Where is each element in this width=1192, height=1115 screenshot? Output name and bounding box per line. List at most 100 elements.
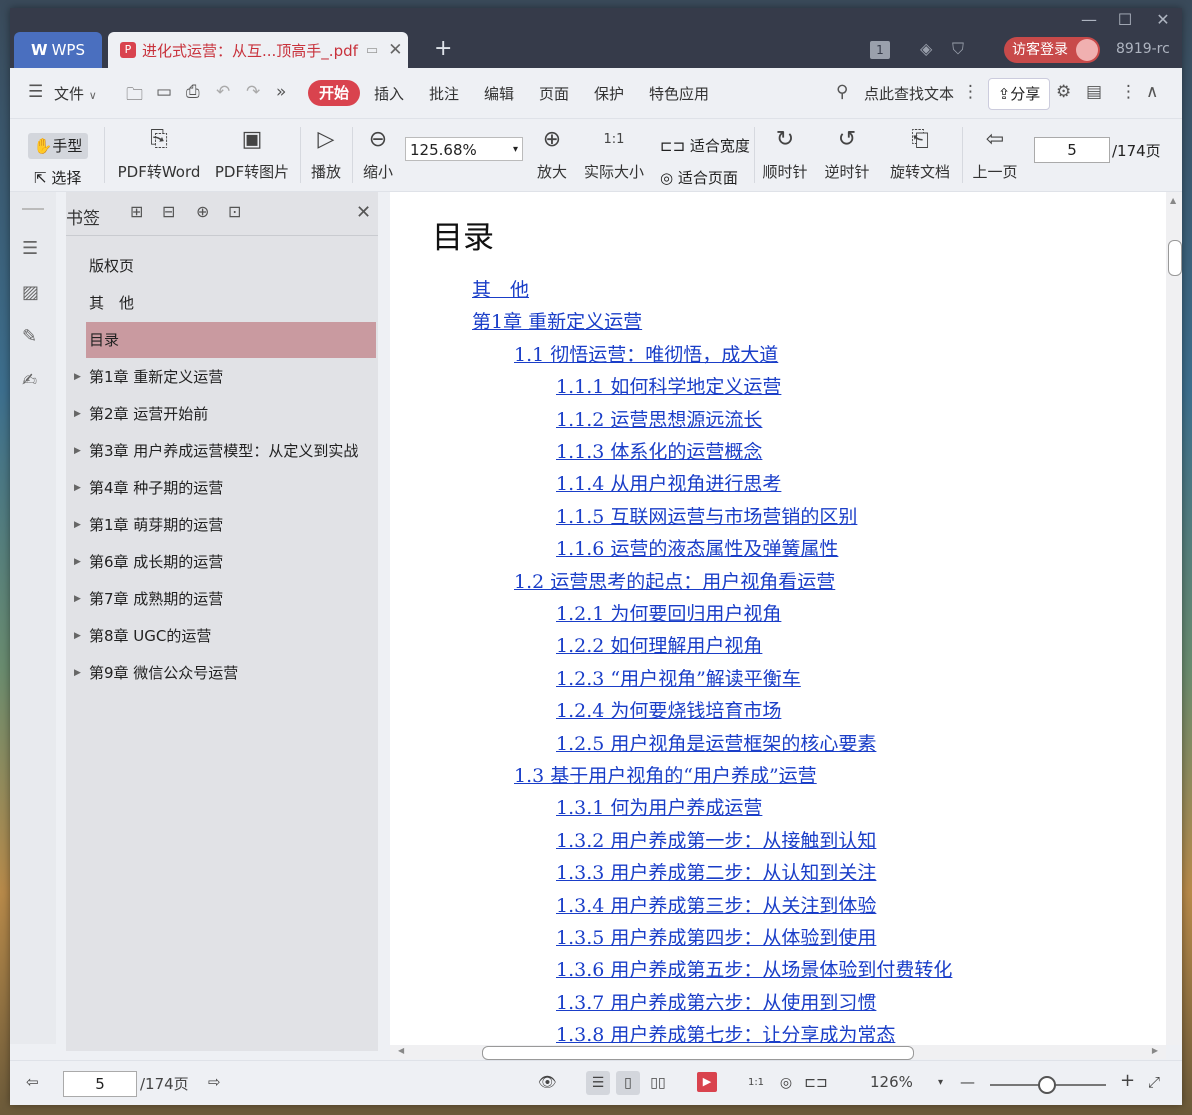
shirt-icon[interactable]: ⛉	[952, 39, 964, 59]
menu-edit[interactable]: 编辑	[484, 83, 514, 104]
tab-document[interactable]: P 进化式运营：从互...顶高手_.pdf ▭ ✕	[108, 32, 408, 68]
expand-arrow-icon[interactable]: ▶	[74, 655, 81, 691]
new-tab-icon[interactable]: +	[434, 36, 452, 61]
toc-link[interactable]: 1.2 运营思考的起点：用户视角看运营	[514, 567, 835, 594]
settings-icon[interactable]: ⚙	[1056, 82, 1071, 102]
menu-comment[interactable]: 批注	[429, 83, 459, 104]
toc-link[interactable]: 1.1.1 如何科学地定义运营	[556, 372, 781, 399]
collapse-all-icon[interactable]: ⊟	[162, 202, 175, 221]
toc-link[interactable]: 1.2.5 用户视角是运营框架的核心要素	[556, 729, 876, 756]
single-page-icon[interactable]: ▯	[616, 1071, 640, 1095]
expand-arrow-icon[interactable]: ▶	[74, 618, 81, 654]
bookmark-item[interactable]: ▶ 第1章 萌芽期的运营	[74, 507, 376, 543]
toc-link[interactable]: 1.3.6 用户养成第五步：从场景体验到付费转化	[556, 955, 952, 982]
more-icon[interactable]: »	[276, 82, 286, 102]
toc-link[interactable]: 1.3.1 何为用户养成运营	[556, 793, 762, 820]
zoom-plus-icon[interactable]: +	[1120, 1070, 1135, 1091]
expand-arrow-icon[interactable]: ▶	[74, 433, 81, 469]
expand-arrow-icon[interactable]: ▶	[74, 581, 81, 617]
scroll-left-icon[interactable]: ◀	[398, 1046, 404, 1055]
scroll-up-icon[interactable]: ▲	[1170, 196, 1176, 205]
toc-link[interactable]: 1.1.4 从用户视角进行思考	[556, 469, 781, 496]
rotate-counterclockwise-button[interactable]: ↺ 逆时针	[824, 125, 870, 182]
bookmark-item[interactable]: ▶ 第8章 UGC的运营	[74, 618, 376, 654]
chat-icon[interactable]: ▤	[1086, 82, 1102, 102]
status-next-page-icon[interactable]: ⇨	[208, 1073, 221, 1091]
fit-width-button[interactable]: ⊏⊐ 适合宽度	[660, 135, 750, 156]
search-icon[interactable]: ⚲	[836, 82, 848, 102]
print-icon[interactable]: ⎙	[186, 82, 200, 102]
toc-link[interactable]: 1.3.7 用户养成第六步：从使用到习惯	[556, 988, 876, 1015]
continuous-view-icon[interactable]: ☰	[586, 1071, 610, 1095]
eye-icon[interactable]: 👁	[538, 1073, 557, 1091]
toc-link[interactable]: 1.2.1 为何要回归用户视角	[556, 599, 781, 626]
menu-protect[interactable]: 保护	[594, 83, 624, 104]
toc-link[interactable]: 1.2.2 如何理解用户视角	[556, 631, 762, 658]
tab-close-icon[interactable]: ✕	[388, 40, 402, 60]
document-page[interactable]: 目录 其 他第1章 重新定义运营 1.1 彻悟运营：唯彻悟，成大道 1.1.1 如何…	[390, 192, 1166, 1045]
fullscreen-icon[interactable]: ⤢	[1148, 1073, 1160, 1091]
toc-link[interactable]: 1.1 彻悟运营：唯彻悟，成大道	[514, 340, 778, 367]
bookmark-item[interactable]: ▶ 第2章 运营开始前	[74, 396, 376, 432]
menu-file[interactable]: 文件 ∨	[54, 83, 97, 104]
bookmark-item[interactable]: 其 他	[86, 285, 376, 321]
tab-wps[interactable]: W WPS	[14, 32, 102, 68]
menu-special[interactable]: 特色应用	[649, 83, 709, 104]
toc-link[interactable]: 1.1.6 运营的液态属性及弹簧属性	[556, 534, 838, 561]
toc-link[interactable]: 1.3 基于用户视角的“用户养成”运营	[514, 761, 817, 788]
zoom-select[interactable]: 125.68% ▾	[405, 137, 523, 161]
status-page-input[interactable]: 5	[63, 1071, 137, 1097]
screen-icon[interactable]: ▭	[366, 43, 378, 58]
undo-icon[interactable]: ↶	[216, 82, 230, 102]
redo-icon[interactable]: ↷	[246, 82, 260, 102]
bookmark-item[interactable]: ▶ 第7章 成熟期的运营	[74, 581, 376, 617]
skin-icon[interactable]: ◈	[920, 39, 932, 58]
vertical-scrollbar[interactable]: ▲	[1166, 192, 1182, 1045]
bookmark-item-active[interactable]: 目录	[86, 322, 376, 358]
maximize-icon[interactable]: ☐	[1106, 10, 1144, 29]
horizontal-scroll-thumb[interactable]	[482, 1046, 914, 1060]
bookmark-item[interactable]: ▶ 第3章 用户养成运营模型：从定义到实战	[74, 433, 376, 469]
bookmark-item[interactable]: ▶ 第1章 重新定义运营	[74, 359, 376, 395]
search-text-button[interactable]: 点此查找文本	[864, 83, 954, 104]
toc-link[interactable]: 1.3.3 用户养成第二步：从认知到关注	[556, 858, 876, 885]
fit-width-icon[interactable]: ⊏⊐	[804, 1071, 828, 1095]
collapse-ribbon-icon[interactable]: ∧	[1146, 82, 1158, 102]
chevron-down-icon[interactable]: ▾	[938, 1077, 943, 1088]
hand-tool-button[interactable]: ✋手型	[28, 133, 88, 159]
rotate-clockwise-button[interactable]: ↻ 顺时针	[762, 125, 808, 182]
toc-link[interactable]: 其 他	[472, 275, 529, 302]
thumbnail-icon[interactable]: ▨	[22, 282, 44, 304]
annotation-icon[interactable]: ✎	[22, 326, 44, 348]
zoom-level[interactable]: 126%	[870, 1073, 913, 1091]
minimize-icon[interactable]: —	[1070, 10, 1108, 29]
add-bookmark-icon[interactable]: ⊕	[196, 202, 209, 221]
toc-link[interactable]: 第1章 重新定义运营	[472, 307, 642, 334]
toc-link[interactable]: 1.3.4 用户养成第三步：从关注到体验	[556, 891, 876, 918]
zoom-in-button[interactable]: ⊕ 放大	[534, 125, 570, 182]
toc-link[interactable]: 1.3.5 用户养成第四步：从体验到使用	[556, 923, 876, 950]
signature-icon[interactable]: ✍	[22, 370, 44, 392]
menu-start[interactable]: 开始	[308, 80, 360, 106]
toc-link[interactable]: 1.1.3 体系化的运营概念	[556, 437, 762, 464]
page-number-input[interactable]: 5	[1034, 137, 1110, 163]
prev-page-button[interactable]: ⇦ 上一页	[970, 125, 1020, 182]
actual-size-icon[interactable]: 1:1	[744, 1071, 768, 1095]
bookmark-item[interactable]: ▶ 第4章 种子期的运营	[74, 470, 376, 506]
fit-page-button[interactable]: ◎ 适合页面	[660, 167, 738, 188]
fit-page-icon[interactable]: ◎	[774, 1071, 798, 1095]
bookmark-item[interactable]: 版权页	[86, 248, 376, 284]
status-prev-page-icon[interactable]: ⇦	[26, 1073, 39, 1091]
rotate-document-button[interactable]: ⎗ 旋转文档	[888, 125, 952, 182]
expand-arrow-icon[interactable]: ▶	[74, 507, 81, 543]
vertical-dots-icon[interactable]: ⋮	[962, 82, 979, 102]
zoom-slider-knob[interactable]	[1038, 1076, 1056, 1094]
actual-size-button[interactable]: 1:1 实际大小	[582, 125, 646, 182]
visitor-login-button[interactable]: 访客登录	[1004, 37, 1100, 63]
bookmark-list-icon[interactable]: ☰	[22, 238, 44, 260]
toc-link[interactable]: 1.2.4 为何要烧钱培育市场	[556, 696, 781, 723]
zoom-minus-icon[interactable]: —	[960, 1073, 975, 1091]
zoom-out-button[interactable]: ⊖ 缩小	[360, 125, 396, 182]
vertical-scroll-thumb[interactable]	[1168, 240, 1182, 276]
expand-arrow-icon[interactable]: ▶	[74, 359, 81, 395]
